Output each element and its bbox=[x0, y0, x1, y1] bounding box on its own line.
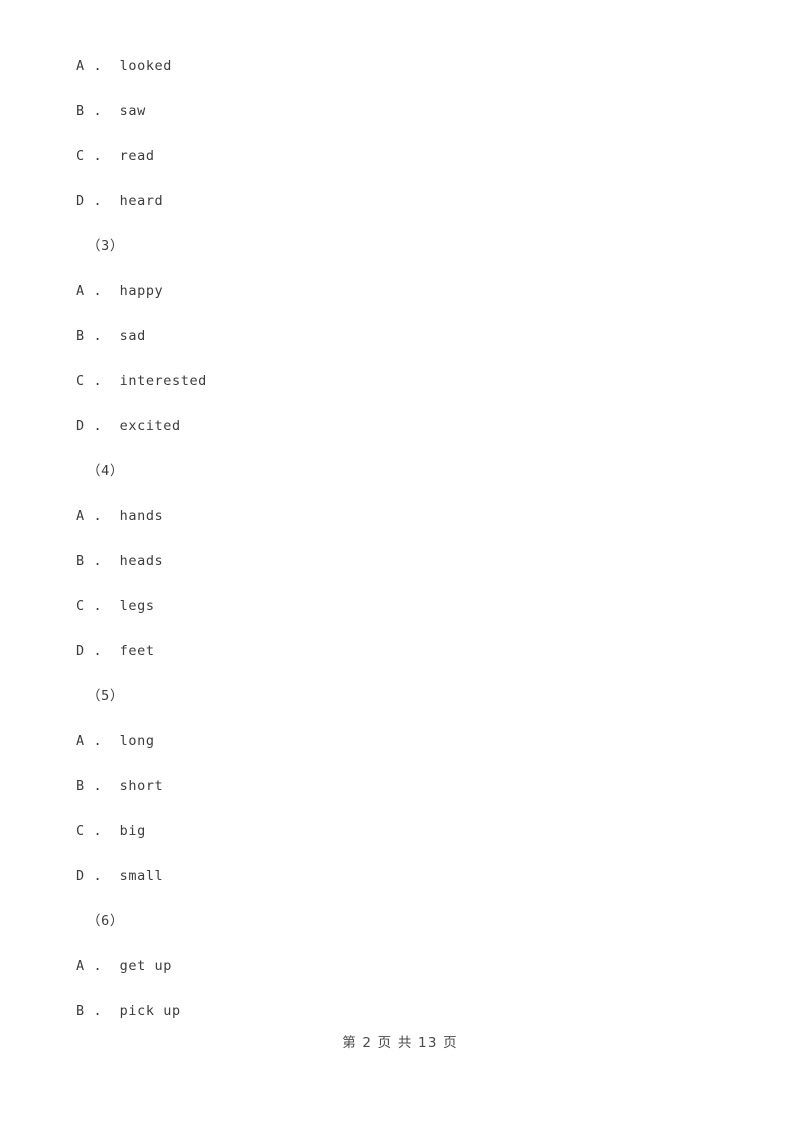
answer-option[interactable]: A . hands bbox=[76, 494, 736, 539]
answer-option[interactable]: A . looked bbox=[76, 44, 736, 89]
answer-option[interactable]: B . short bbox=[76, 764, 736, 809]
answer-option[interactable]: C . interested bbox=[76, 359, 736, 404]
answer-option[interactable]: C . read bbox=[76, 134, 736, 179]
answer-option[interactable]: A . get up bbox=[76, 944, 736, 989]
answer-option[interactable]: A . long bbox=[76, 719, 736, 764]
answer-option[interactable]: C . big bbox=[76, 809, 736, 854]
answer-option[interactable]: B . pick up bbox=[76, 989, 736, 1034]
answer-option[interactable]: B . sad bbox=[76, 314, 736, 359]
answer-option[interactable]: D . small bbox=[76, 854, 736, 899]
question-options-list: A . looked B . saw C . read D . heard （3） A .… bbox=[76, 44, 736, 1034]
question-number: （3） bbox=[87, 238, 124, 254]
answer-option[interactable]: A . happy bbox=[76, 269, 736, 314]
question-number: （4） bbox=[87, 463, 124, 479]
question-number: （6） bbox=[87, 913, 124, 929]
question-number: （5） bbox=[87, 688, 124, 704]
answer-option[interactable]: D . heard bbox=[76, 179, 736, 224]
answer-option[interactable]: D . feet bbox=[76, 629, 736, 674]
answer-option[interactable]: B . saw bbox=[76, 89, 736, 134]
page-footer: 第 2 页 共 13 页 bbox=[342, 1035, 458, 1051]
answer-option[interactable]: C . legs bbox=[76, 584, 736, 629]
answer-option[interactable]: D . excited bbox=[76, 404, 736, 449]
document-page: A . looked B . saw C . read D . heard （3） A .… bbox=[0, 0, 800, 1132]
answer-option[interactable]: B . heads bbox=[76, 539, 736, 584]
